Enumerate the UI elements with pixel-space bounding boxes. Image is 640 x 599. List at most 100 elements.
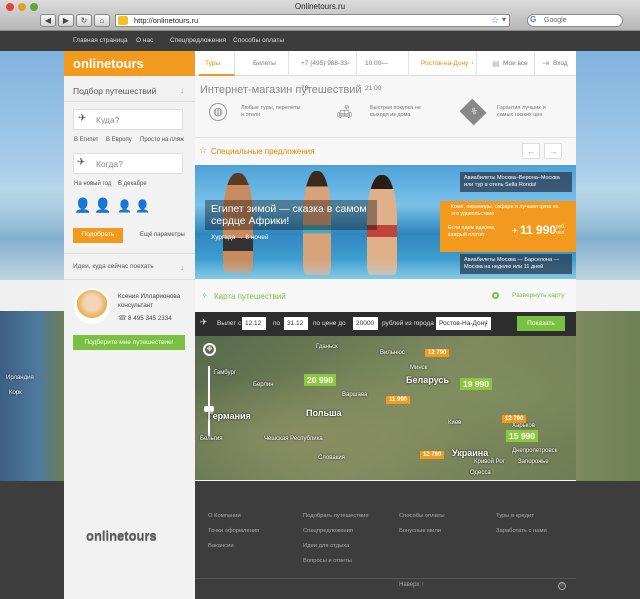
from-date-input[interactable]: 12.12 [242,317,266,330]
ideas-title[interactable]: Идеи, куда сейчас поехать [73,263,154,270]
where-input[interactable]: Куда? [73,109,183,130]
url-bar[interactable]: http://onlinetours.ru [115,14,510,27]
search-input[interactable]: Google [527,14,623,27]
plane-icon: ✈ [512,228,518,235]
price-input[interactable]: 20000 [353,317,378,330]
header-phone: +7 (495) 988-33-79 [295,51,357,92]
favicon-icon [118,16,128,25]
offer-verona[interactable]: Авиабилеты Москва–Верона–Москва или тур … [460,172,572,192]
zoom-slider-track[interactable] [208,366,210,436]
map-label-slovakia: Словакия [318,455,345,461]
footer-link[interactable]: О Компании [208,509,259,524]
specials-title[interactable]: Специальные предложения [211,147,315,156]
site-logo[interactable]: onlinetours [64,51,195,76]
map-label-hamburg: Гамбург [214,370,237,376]
offer-egypt-box[interactable]: Комп, пирамиды, сафари и лучшая цена на … [440,201,576,252]
globe-icon: ◍ [209,103,227,121]
ideas-expand-icon[interactable]: ↓ [180,263,184,272]
sidebar [64,51,195,599]
consultant-phone: 8 495 345 2334 [128,315,172,322]
where-link-beach[interactable]: Просто на пляж [140,137,184,143]
city-select[interactable]: Ростов-на-Дону [415,51,477,76]
footer-link[interactable]: Вопросы и ответы [303,554,369,569]
google-icon: G [530,15,537,24]
footer-link[interactable]: Бонусные мили [399,524,445,539]
next-slide-icon[interactable]: → [544,143,562,159]
footer-col-company: О Компании Точки оформления Вакансии [208,509,259,554]
consultant-button[interactable]: Подберите мне путешествие! [73,335,185,350]
nav-home[interactable]: Главная страница [73,37,128,44]
cart-icon: ▤ [492,59,500,68]
divider [195,578,576,579]
more-params-link[interactable]: Ещё параметры [140,232,185,238]
when-input[interactable]: Когда? [73,153,183,174]
map-label-dnipro: Днепропетровск [512,448,558,454]
footer-link[interactable]: Заработать с нами [496,524,547,539]
fullscreen-icon[interactable]: ✥ [203,343,216,356]
footer-link[interactable]: Спецпредложения [303,524,369,539]
minimize-window-button[interactable] [18,3,26,11]
map-price-badge[interactable]: 20 990 [304,374,336,386]
show-button[interactable]: Показать [517,316,565,331]
divider [64,279,195,280]
price-label: по цене до [313,320,346,327]
nav-specials[interactable]: Спецпредложения [170,37,226,44]
map-price-badge[interactable]: 15 990 [506,430,538,442]
home-icon[interactable]: ⌂ [94,14,110,27]
map-label-czech: Чешская Республика [264,436,323,442]
footer-link[interactable]: Подобрать путешествие [303,509,369,524]
footer-link[interactable]: Способы оплаты [399,509,445,524]
expand-map-icon[interactable] [492,292,499,299]
when-link-december[interactable]: В декабре [118,181,147,187]
pick-button[interactable]: Подобрать [73,228,123,243]
to-label: по [273,320,281,327]
children-icon[interactable]: 👤👤 [117,199,153,213]
dropdown-icon[interactable]: ▾ [502,15,506,24]
bookmark-star-icon[interactable]: ☆ [491,15,499,26]
sidebar-collapse-icon[interactable]: ↓ [180,86,184,95]
back-to-top-link[interactable]: Наверх ↑ [399,582,424,588]
from-label: Вылет с [217,320,242,327]
forward-icon[interactable]: ▶ [58,14,74,27]
map-filter-bar: ✈ Вылет с 12.12 по 31.12 по цене до 2000… [195,312,576,336]
nav-about[interactable]: О нас [136,37,153,44]
expand-map-link[interactable]: Развернуть карту [512,292,565,299]
banner-headline[interactable]: Египет зимой — сказка в самом сердце Афр… [205,200,377,230]
footer-link[interactable]: Идеи для отдыха [303,539,369,554]
zoom-window-button[interactable] [30,3,38,11]
footer-link[interactable]: Точки оформления [208,524,259,539]
map-price-badge[interactable]: 11 990 [386,396,411,404]
travelers-icon[interactable]: 👤👤 [74,197,115,214]
map-label-kharkiv: Харьков [512,423,536,429]
offer-barcelona[interactable]: Авиабилеты Москва — Барселона — Москва н… [460,254,572,274]
back-icon[interactable]: ◀ [40,14,56,27]
avatar [74,288,110,324]
map-price-badge[interactable]: 12 790 [420,451,445,459]
map-label-minsk: Минск [410,365,428,371]
map-price-badge[interactable]: 12 790 [502,415,527,423]
map-label-germany: Германия [208,411,251,421]
map-pin-icon: ✧ [201,291,208,300]
when-link-newyear[interactable]: На новый год [74,181,111,187]
footer-link[interactable]: Вакансии [208,539,259,554]
tab-tickets[interactable]: Билеты [247,51,289,76]
tab-tours[interactable]: Туры [199,51,235,76]
map-price-badge[interactable]: 12 790 [425,349,450,357]
city-select[interactable]: Ростов-На-Дону [436,317,491,330]
prev-slide-icon[interactable]: ← [522,143,540,159]
banner-subtitle: Хургада → 8 ночей [211,234,269,241]
footer-link[interactable]: Туры в кредит [496,509,547,524]
map-label-odesa: Одесса [470,470,491,476]
map-price-badge[interactable]: 19 990 [460,378,492,390]
close-window-button[interactable] [6,3,14,11]
feature-best-price: Гарантия лучших и самых низких цен [497,105,546,118]
reload-icon[interactable]: ↻ [76,14,92,27]
where-link-europe[interactable]: В Европу [106,137,132,143]
map-label-belarus: Беларусь [406,375,449,385]
to-date-input[interactable]: 31.12 [284,317,308,330]
where-link-egypt[interactable]: В Египет [74,137,98,143]
header-bar: Туры Билеты +7 (495) 988-33-79 10:00—21:… [195,51,576,92]
nav-payment[interactable]: Способы оплаты [233,37,284,44]
map-label-kryvyi-rih: Кривой Рог [474,459,505,465]
header-hours: 10:00—21:00 [359,51,409,92]
